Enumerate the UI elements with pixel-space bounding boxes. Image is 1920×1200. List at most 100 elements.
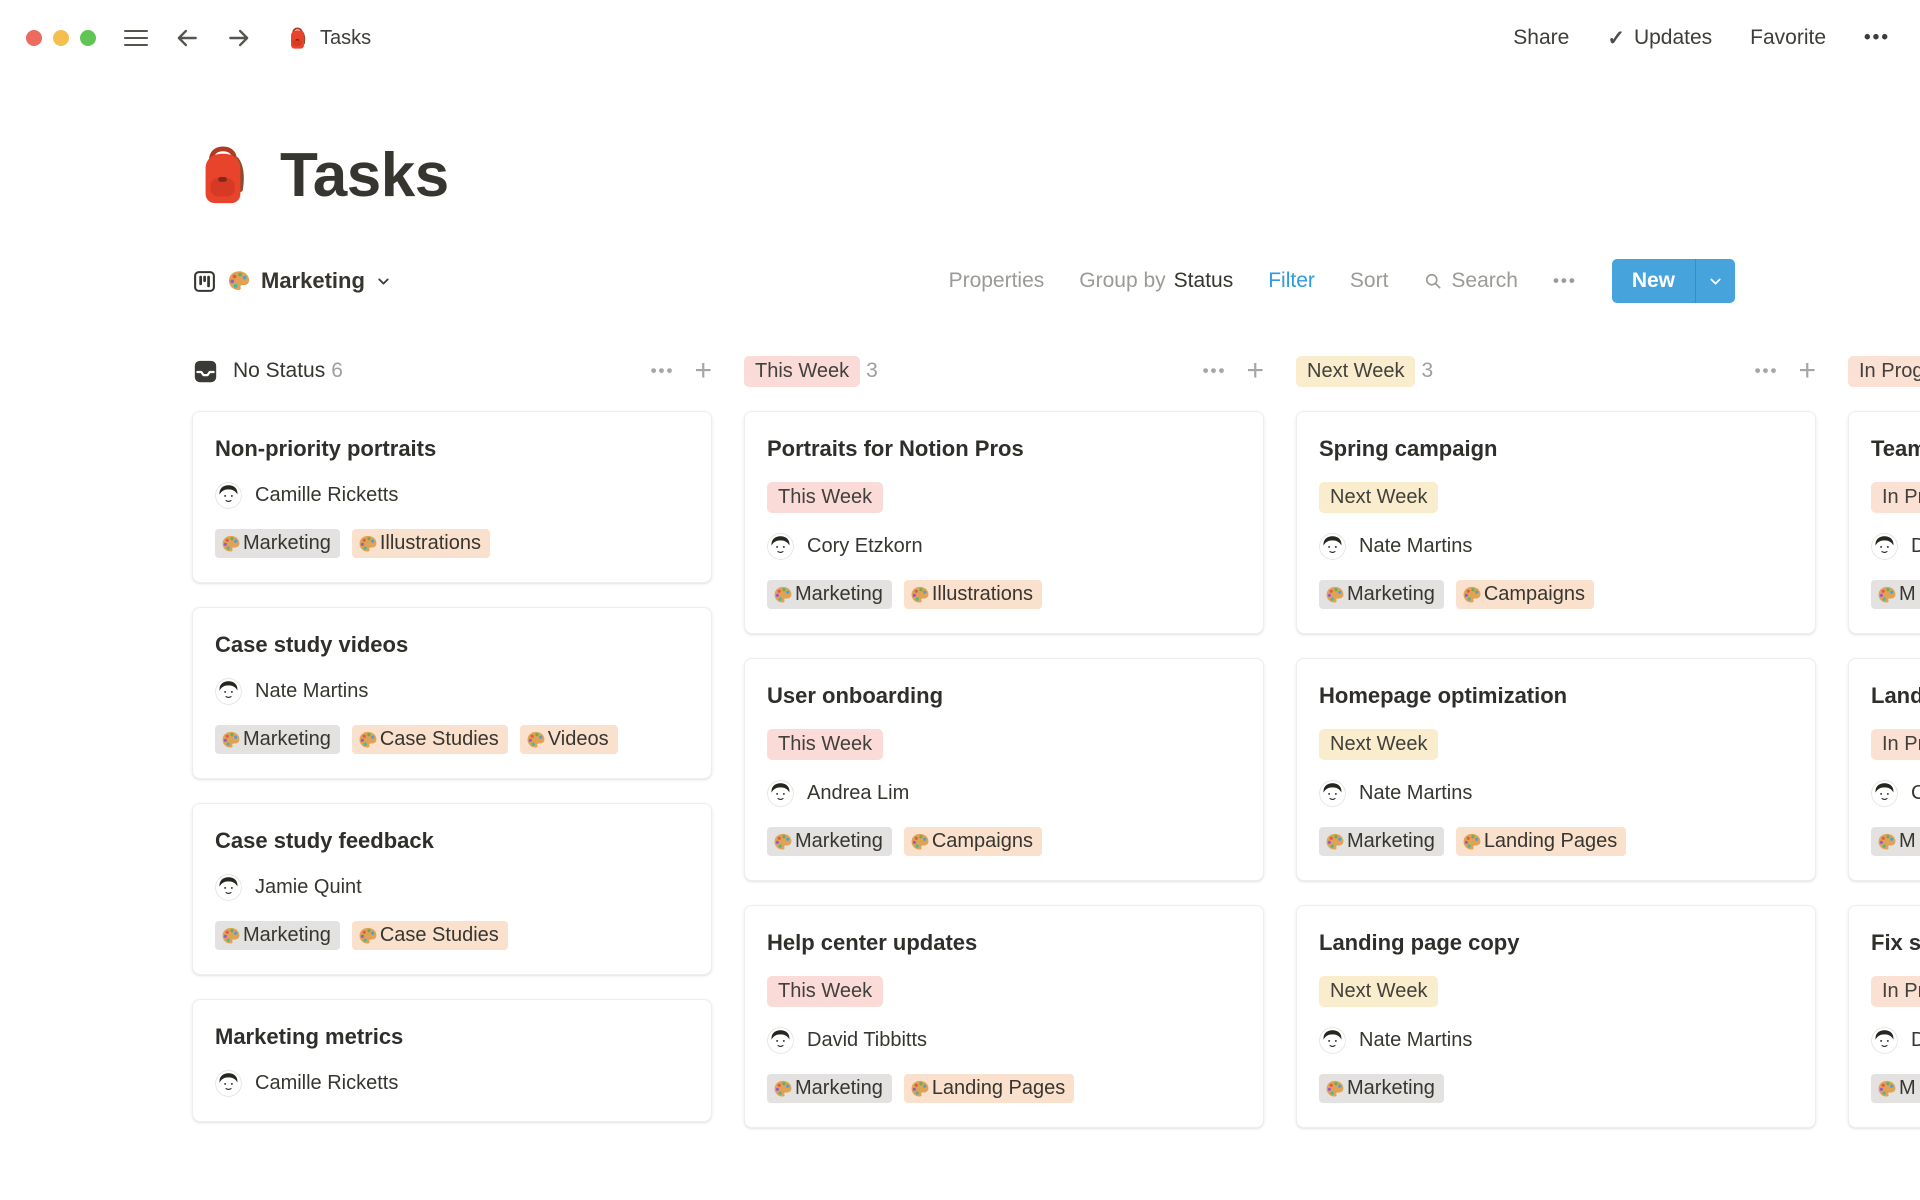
- backpack-icon: [286, 27, 309, 50]
- new-button-label[interactable]: New: [1612, 259, 1695, 303]
- card-title: Case study feedback: [215, 828, 689, 854]
- more-options-icon[interactable]: •••: [1864, 27, 1890, 49]
- column-more-icon[interactable]: •••: [651, 361, 675, 381]
- card[interactable]: Portraits for Notion ProsThis WeekCory E…: [744, 411, 1264, 634]
- person-row: Nate Martins: [1319, 533, 1793, 560]
- card[interactable]: User onboardingThis WeekAndrea LimMarket…: [744, 658, 1264, 881]
- card[interactable]: Marketing metricsCamille Ricketts: [192, 999, 712, 1122]
- sidebar-toggle-icon[interactable]: [124, 30, 148, 47]
- person-name: D: [1911, 535, 1920, 558]
- person-name: David Tibbitts: [807, 1029, 927, 1052]
- person-name: Nate Martins: [1359, 535, 1472, 558]
- column-more-icon[interactable]: •••: [1203, 361, 1227, 381]
- tag: Marketing: [767, 580, 892, 609]
- tags-row: MarketingLanding Pages: [1319, 827, 1793, 856]
- card[interactable]: Landing page copyNext WeekNate MartinsMa…: [1296, 905, 1816, 1128]
- properties-button[interactable]: Properties: [949, 269, 1045, 293]
- view-name: Marketing: [261, 268, 365, 294]
- card-status-row: This Week: [767, 729, 1241, 760]
- card[interactable]: Non-priority portraitsCamille RickettsMa…: [192, 411, 712, 583]
- avatar: [1319, 780, 1346, 807]
- toolbar-more-icon[interactable]: •••: [1553, 271, 1577, 291]
- card[interactable]: Spring campaignNext WeekNate MartinsMark…: [1296, 411, 1816, 634]
- zoom-window-button[interactable]: [80, 30, 96, 46]
- tag: Marketing: [215, 921, 340, 950]
- group-by-button[interactable]: Group by Status: [1079, 269, 1233, 293]
- palette-icon: [358, 730, 378, 750]
- new-dropdown-button[interactable]: [1695, 259, 1735, 303]
- back-arrow-icon[interactable]: [174, 25, 200, 51]
- minimize-window-button[interactable]: [53, 30, 69, 46]
- tag: Illustrations: [352, 529, 490, 558]
- tags-row: MarketingIllustrations: [215, 529, 689, 558]
- close-window-button[interactable]: [26, 30, 42, 46]
- column-header: This Week3 ••• +: [744, 349, 1264, 393]
- column-status-badge: This Week: [744, 356, 860, 387]
- column-add-icon[interactable]: +: [694, 356, 712, 386]
- person-name: Nate Martins: [1359, 1029, 1472, 1052]
- filter-button[interactable]: Filter: [1268, 269, 1315, 293]
- card-title: Case study videos: [215, 632, 689, 658]
- tag: Landing Pages: [1456, 827, 1626, 856]
- palette-icon: [1877, 832, 1897, 852]
- column-add-icon[interactable]: +: [1246, 356, 1264, 386]
- card[interactable]: TeamIn ProgressDM: [1848, 411, 1920, 634]
- card[interactable]: Help center updatesThis WeekDavid Tibbit…: [744, 905, 1264, 1128]
- tag: M: [1871, 580, 1920, 609]
- tags-row: M: [1871, 580, 1920, 609]
- palette-icon: [1325, 832, 1345, 852]
- share-button[interactable]: Share: [1513, 26, 1569, 50]
- tag: Marketing: [1319, 580, 1444, 609]
- column-title[interactable]: In Progress: [1848, 356, 1920, 387]
- column-status-badge: Next Week: [1296, 356, 1415, 387]
- page-backpack-icon[interactable]: [192, 145, 254, 207]
- person-row: Nate Martins: [1319, 780, 1793, 807]
- chevron-down-icon: [375, 273, 392, 290]
- sort-button[interactable]: Sort: [1350, 269, 1389, 293]
- search-button[interactable]: Search: [1423, 269, 1518, 293]
- tags-row: Marketing Case Studies: [215, 921, 689, 950]
- column-title[interactable]: No Status: [192, 358, 325, 385]
- new-button[interactable]: New: [1612, 259, 1735, 303]
- breadcrumb[interactable]: Tasks: [286, 27, 371, 50]
- card-status-row: In Progress: [1871, 482, 1920, 513]
- tag-label: Illustrations: [932, 583, 1033, 606]
- column-title[interactable]: This Week: [744, 356, 860, 387]
- view-selector[interactable]: Marketing: [192, 268, 392, 294]
- chevron-down-icon: [1707, 273, 1724, 290]
- column-actions: ••• +: [1755, 356, 1816, 386]
- card[interactable]: Homepage optimizationNext WeekNate Marti…: [1296, 658, 1816, 881]
- column-label: No Status: [233, 359, 325, 383]
- tag: Marketing: [767, 827, 892, 856]
- column-more-icon[interactable]: •••: [1755, 361, 1779, 381]
- column-add-icon[interactable]: +: [1798, 356, 1816, 386]
- person-row: Andrea Lim: [767, 780, 1241, 807]
- palette-icon: [773, 1079, 793, 1099]
- page-title[interactable]: Tasks: [280, 140, 449, 211]
- card[interactable]: LandingIn ProgressCMLa: [1848, 658, 1920, 881]
- column-header: Next Week3•••+: [1296, 349, 1816, 393]
- avatar: [1871, 780, 1898, 807]
- palette-icon: [221, 730, 241, 750]
- palette-icon: [358, 926, 378, 946]
- person-row: Cory Etzkorn: [767, 533, 1241, 560]
- updates-button[interactable]: ✓ Updates: [1607, 26, 1712, 51]
- tag-label: Marketing: [243, 924, 331, 947]
- tag-label: M: [1899, 1077, 1916, 1100]
- board: No Status6•••+Non-priority portraitsCami…: [0, 349, 1920, 1200]
- favorite-button[interactable]: Favorite: [1750, 26, 1826, 50]
- palette-icon: [1325, 585, 1345, 605]
- palette-icon: [910, 1079, 930, 1099]
- card[interactable]: Case study feedbackJamie QuintMarketingC…: [192, 803, 712, 975]
- column-title[interactable]: Next Week: [1296, 356, 1415, 387]
- card-title: Fix s: [1871, 930, 1920, 956]
- palette-icon: [358, 534, 378, 554]
- card[interactable]: Fix sIn ProgressDM: [1848, 905, 1920, 1128]
- tag: Case Studies: [352, 921, 508, 950]
- status-badge: This Week: [767, 729, 883, 760]
- column-count: 3: [866, 359, 878, 383]
- tag-label: Marketing: [243, 728, 331, 751]
- forward-arrow-icon[interactable]: [226, 25, 252, 51]
- palette-icon: [227, 269, 251, 293]
- card[interactable]: Case study videosNate MartinsMarketingCa…: [192, 607, 712, 779]
